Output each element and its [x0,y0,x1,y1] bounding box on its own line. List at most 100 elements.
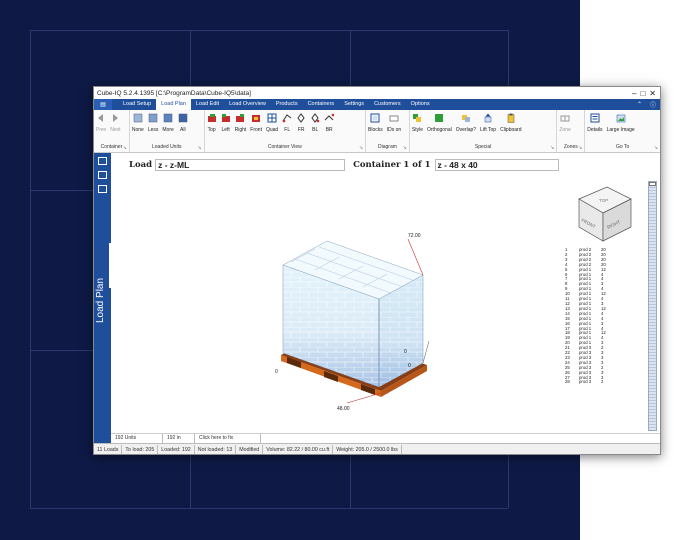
grid-icon [178,113,188,123]
less-button[interactable]: Less [146,113,161,133]
menu-settings[interactable]: Settings [339,99,369,110]
large-image-icon [616,114,625,123]
dialog-launcher-icon[interactable]: ↘ [654,145,658,151]
status-loaded: Loaded: 192 [158,444,195,454]
dim-length-label: 48.00 [337,406,350,412]
style-button[interactable]: Style [410,113,425,133]
dim-right-label-b: 0 [408,363,411,369]
grid-icon [163,113,173,123]
group-label-container: Container [100,144,123,150]
load-info-bar: Load z - z-ML Container 1 of 1 z - 48 x … [111,153,660,177]
title-bar: Cube-IQ 5.2.4.1395 [C:\ProgramData\Cube-… [94,87,660,99]
dialog-launcher-icon[interactable]: ↘ [403,145,407,151]
group-label-go-to: Go To [616,144,630,150]
status-to-load: To load: 205 [122,444,159,454]
view-right-button[interactable]: Right [233,113,249,133]
maximize-icon[interactable]: □ [640,89,645,98]
grid-line [30,30,508,31]
dialog-launcher-icon[interactable]: ↘ [123,145,127,151]
menu-load-setup[interactable]: Load Setup [118,99,156,110]
minimize-icon[interactable]: – [632,89,636,98]
app-menu-icon[interactable]: ▤ [94,99,112,110]
dialog-launcher-icon[interactable]: ↘ [578,145,582,151]
menu-load-edit[interactable]: Load Edit [191,99,224,110]
dialog-launcher-icon[interactable]: ↘ [550,145,554,151]
rotate-fr-icon [297,113,305,123]
all-button[interactable]: All [176,113,190,133]
status-weight: Weight: 205.0 / 2500.0 lbs [333,444,402,454]
ribbon-group-diagram: Blocks IDs on Diagram ↘ [366,110,410,152]
view-cube[interactable]: TOP FRONT RIGHT [578,186,632,242]
app-window: Cube-IQ 5.2.4.1395 [C:\ProgramData\Cube-… [93,86,661,455]
dialog-launcher-icon[interactable]: ↘ [359,145,363,151]
ribbon-group-loaded-units: None Less More All Loaded Units ↘ [130,110,205,152]
view-fl-button[interactable]: FL [280,113,294,133]
style-icon [413,114,422,122]
grid-icon [133,113,143,123]
large-image-button[interactable]: Large Image [605,113,637,133]
box-top-icon [207,114,216,122]
clipboard-button[interactable]: Clipboard [498,113,523,133]
sidebar-list-icon[interactable] [98,171,107,179]
blocks-button[interactable]: Blocks [366,113,385,133]
container-field[interactable]: z - 48 x 40 [434,159,559,171]
view-top-button[interactable]: Top [205,113,219,133]
ribbon-group-container-view: Top Left Right Front Quad FL FR BL BR Co… [205,110,367,152]
menu-load-plan[interactable]: Load Plan [156,99,191,110]
ribbon: Prev Next Container ↘ None Less More All … [94,110,660,153]
overlap-button[interactable]: Overlap? [454,113,478,133]
menu-customers[interactable]: Customers [369,99,406,110]
prev-button[interactable]: Prev [94,113,108,133]
group-label-container-view: Container View [267,144,302,150]
help-icon[interactable]: ⓘ [646,100,660,109]
ids-on-button[interactable]: IDs on [385,113,403,133]
group-label-special: Special [474,144,492,150]
orthogonal-button[interactable]: Orthogonal [425,113,454,133]
quantity: 2 [601,379,604,385]
menu-load-overview[interactable]: Load Overview [224,99,271,110]
rotate-br-icon [324,113,335,121]
box-front-icon [252,115,261,122]
details-button[interactable]: Details [585,113,604,133]
group-label-zones: Zones [563,144,578,150]
menu-bar: ▤ Load Setup Load Plan Load Edit Load Ov… [94,99,660,110]
zone-icon [560,115,570,122]
load-sequence-table: 1 prod 2 20 2 prod 2 20 3 prod 2 20 4 prod 2 20 5 pro… [565,247,611,385]
zoom-thumb[interactable] [649,182,656,186]
menu-products[interactable]: Products [271,99,303,110]
view-quad-button[interactable]: Quad [264,113,280,133]
load-3d-view[interactable]: 72.00 48.00 0 0 0 TOP FRONT RIGHT 1 prod … [111,177,660,443]
orthogonal-icon [435,114,444,122]
fix-link[interactable]: Click here to fix [195,434,261,443]
dim-left-label: 0 [275,369,278,375]
status-loads: 11 Loads [94,444,123,454]
zoom-scrollbar[interactable] [648,181,657,431]
none-button[interactable]: None [130,113,146,133]
sidebar-image-icon[interactable] [98,185,107,193]
arrow-left-icon [98,114,104,122]
menu-options[interactable]: Options [406,99,435,110]
status-not-loaded: Not loaded: 13 [195,444,237,454]
view-front-button[interactable]: Front [248,113,264,133]
view-fr-button[interactable]: FR [294,113,308,133]
menu-containers[interactable]: Containers [303,99,340,110]
lift-top-button[interactable]: Lift Top [478,113,498,133]
sidebar-table-icon[interactable] [98,157,107,165]
more-button[interactable]: More [160,113,175,133]
overlap-icon [461,115,470,122]
group-label-diagram: Diagram [378,144,397,150]
close-icon[interactable]: ✕ [649,89,656,98]
collapse-ribbon-icon[interactable]: ⌃ [633,101,646,108]
load-field[interactable]: z - z-ML [155,159,346,171]
status-volume: Volume: 82.22 / 80.00 cu.ft [263,444,334,454]
group-label-loaded-units: Loaded Units [152,144,182,150]
quad-icon [267,113,277,123]
view-bl-button[interactable]: BL [308,113,322,133]
status-bar: 11 Loads To load: 205 Loaded: 192 Not lo… [94,443,660,454]
view-br-button[interactable]: BR [322,113,336,133]
zone-button[interactable]: Zone [557,113,572,133]
grid-icon [148,113,158,123]
dialog-launcher-icon[interactable]: ↘ [197,145,201,151]
next-button[interactable]: Next [108,113,122,133]
view-left-button[interactable]: Left [219,113,233,133]
